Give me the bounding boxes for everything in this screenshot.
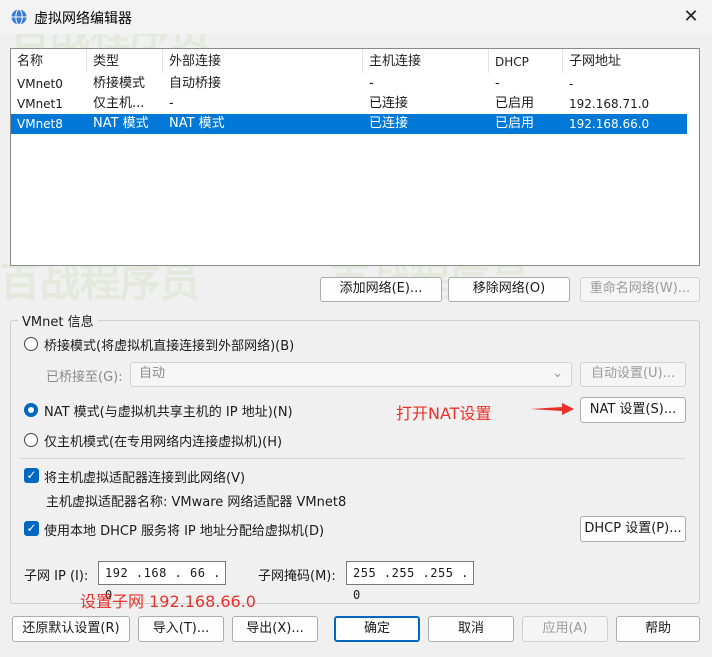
window-title: 虚拟网络编辑器 — [34, 11, 132, 27]
cell-dhcp: - — [495, 76, 500, 91]
connect-adapter-label[interactable]: 将主机虚拟适配器连接到此网络(V) — [44, 467, 245, 486]
dhcp-label[interactable]: 使用本地 DHCP 服务将 IP 地址分配给虚拟机(D) — [44, 520, 324, 539]
bridged-to-value: 自动 — [139, 366, 166, 381]
column-header-type[interactable]: 类型 — [87, 49, 163, 73]
rename-network-button[interactable]: 重命名网络(W)... — [580, 277, 700, 302]
remove-network-button[interactable]: 移除网络(O) — [448, 277, 570, 302]
chevron-down-icon: ⌄ — [552, 366, 563, 381]
dhcp-settings-button[interactable]: DHCP 设置(P)... — [580, 516, 686, 542]
nat-mode-radio[interactable] — [24, 403, 38, 417]
nat-settings-button[interactable]: NAT 设置(S)... — [580, 397, 686, 423]
cell-subnet: - — [569, 77, 574, 91]
column-header-external[interactable]: 外部连接 — [163, 49, 363, 73]
column-header-dhcp[interactable]: DHCP — [489, 49, 563, 73]
bridged-to-select[interactable]: 自动 ⌄ — [130, 362, 572, 387]
arrow-right-icon — [530, 402, 574, 420]
bridged-to-label: 已桥接至(G): — [46, 370, 123, 385]
cell-subnet: 192.168.66.0 — [569, 117, 650, 131]
cell-type: 桥接模式 — [93, 76, 146, 91]
cell-external: - — [169, 96, 174, 111]
cell-dhcp: 已启用 — [495, 96, 535, 111]
cell-subnet: 192.168.71.0 — [569, 97, 650, 111]
table-row-selected[interactable]: VMnet8 NAT 模式 NAT 模式 已连接 已启用 192.168.66.… — [11, 114, 687, 134]
column-header-host[interactable]: 主机连接 — [363, 49, 489, 73]
host-only-label[interactable]: 仅主机模式(在专用网络内连接虚拟机)(H) — [44, 431, 282, 450]
connect-adapter-checkbox[interactable]: ✓ — [24, 468, 39, 483]
restore-defaults-button[interactable]: 还原默认设置(R) — [12, 616, 130, 642]
cell-name: VMnet1 — [17, 97, 63, 111]
annotation-open-nat: 打开NAT设置 — [396, 404, 492, 423]
column-header-subnet[interactable]: 子网地址 — [563, 49, 687, 73]
ok-button[interactable]: 确定 — [334, 616, 420, 642]
close-button[interactable]: ✕ — [672, 2, 710, 32]
annotation-set-subnet: 设置子网 192.168.66.0 — [80, 592, 256, 611]
table-row[interactable]: VMnet1 仅主机... - 已连接 已启用 192.168.71.0 — [11, 94, 687, 114]
cell-host: - — [369, 76, 374, 91]
network-app-icon — [10, 8, 28, 26]
import-button[interactable]: 导入(T)... — [138, 616, 224, 642]
nat-mode-label[interactable]: NAT 模式(与虚拟机共享主机的 IP 地址)(N) — [44, 401, 293, 420]
cell-host: 已连接 — [369, 96, 409, 111]
cell-host: 已连接 — [369, 116, 409, 131]
auto-settings-button[interactable]: 自动设置(U)... — [580, 362, 686, 387]
cell-external: 自动桥接 — [169, 76, 222, 91]
subnet-mask-input[interactable]: 255 .255 .255 . 0 — [346, 561, 474, 602]
vmnet-info-legend: VMnet 信息 — [18, 311, 98, 330]
dhcp-checkbox[interactable]: ✓ — [24, 521, 39, 536]
apply-button[interactable]: 应用(A) — [522, 616, 608, 642]
cell-name: VMnet8 — [17, 117, 63, 131]
network-list[interactable]: 名称 类型 外部连接 主机连接 DHCP 子网地址 VMnet0 桥接模式 自动… — [10, 48, 700, 266]
cell-external: NAT 模式 — [169, 116, 225, 131]
export-button[interactable]: 导出(X)... — [232, 616, 318, 642]
bridge-mode-radio[interactable] — [24, 337, 38, 351]
bridge-mode-label[interactable]: 桥接模式(将虚拟机直接连接到外部网络)(B) — [44, 335, 294, 354]
subnet-ip-input[interactable]: 192 .168 . 66 . 0 — [98, 561, 226, 602]
add-network-button[interactable]: 添加网络(E)... — [320, 277, 442, 302]
subnet-mask-label: 子网掩码(M): — [258, 569, 336, 584]
help-button[interactable]: 帮助 — [616, 616, 700, 642]
cell-dhcp: 已启用 — [495, 116, 535, 131]
cell-name: VMnet0 — [17, 77, 63, 91]
table-row[interactable]: VMnet0 桥接模式 自动桥接 - - - — [11, 74, 687, 94]
host-only-radio[interactable] — [24, 433, 38, 447]
cell-type: 仅主机... — [93, 96, 145, 111]
subnet-ip-label: 子网 IP (I): — [24, 569, 89, 584]
divider — [20, 458, 686, 459]
adapter-name-label: 主机虚拟适配器名称: VMware 网络适配器 VMnet8 — [46, 495, 347, 510]
column-header-name[interactable]: 名称 — [11, 49, 87, 73]
cancel-button[interactable]: 取消 — [428, 616, 514, 642]
cell-type: NAT 模式 — [93, 116, 149, 131]
